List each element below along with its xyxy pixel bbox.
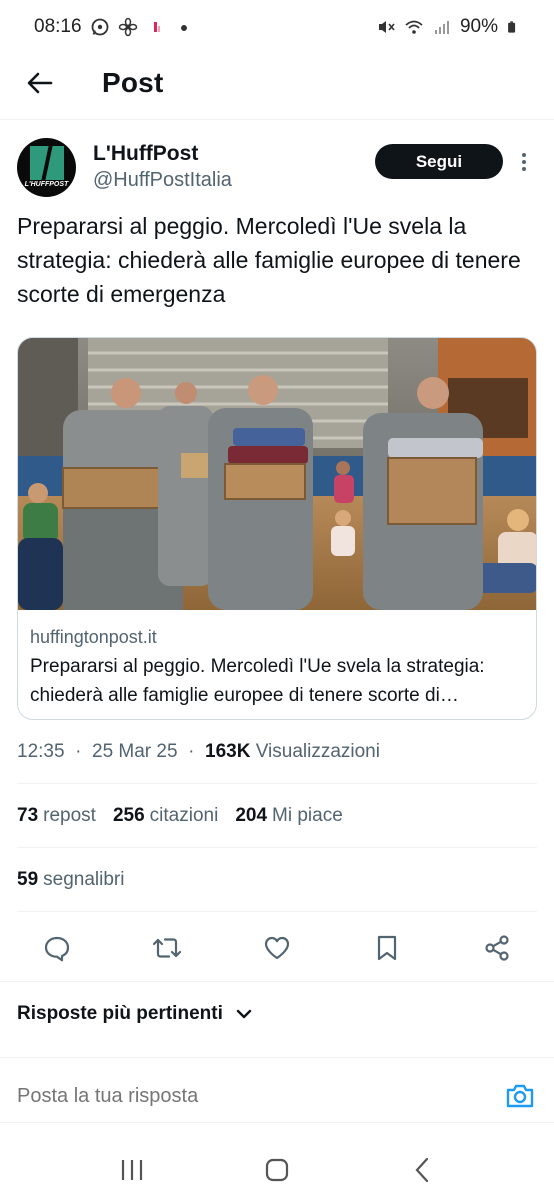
likes-count: 204: [235, 805, 268, 826]
replies-sort-label: Risposte più pertinenti: [17, 1003, 223, 1024]
divider: [0, 1122, 554, 1123]
system-back-button[interactable]: [402, 1150, 442, 1190]
reposts-count: 73: [17, 805, 39, 826]
link-card[interactable]: huffingtonpost.it Prepararsi al peggio. …: [17, 337, 537, 720]
bookmark-icon: [377, 935, 397, 961]
views-count: 163K: [205, 741, 251, 762]
dot: [522, 167, 526, 171]
status-time: 08:16: [34, 16, 82, 37]
arrow-left-icon: [27, 72, 53, 94]
separator: ·: [69, 741, 87, 762]
dot: [522, 160, 526, 164]
separator: ·: [182, 741, 200, 762]
recent-apps-button[interactable]: [112, 1150, 152, 1190]
divider: [17, 783, 537, 784]
divider: [17, 911, 537, 912]
share-icon: [485, 935, 509, 961]
fan-icon: [118, 17, 137, 37]
author-name[interactable]: L'HuffPost: [93, 141, 232, 167]
views-label: Visualizzazioni: [255, 741, 380, 762]
like-button[interactable]: [261, 932, 293, 964]
reply-input[interactable]: [17, 1084, 503, 1108]
chevron-left-icon: [415, 1157, 428, 1183]
avatar-logo-text: L'HUFFPOST: [24, 180, 69, 188]
repost-icon: [152, 938, 182, 958]
article-image: [18, 338, 536, 610]
link-title: Prepararsi al peggio. Mercoledì l'Ue sve…: [30, 656, 485, 706]
divider: [17, 847, 537, 848]
link-domain: huffingtonpost.it: [30, 627, 157, 647]
post-time: 12:35: [17, 741, 65, 762]
reposts-stat[interactable]: 73 repost: [17, 805, 96, 827]
reply-composer: [0, 1070, 554, 1122]
status-bar: 08:16 90%: [0, 0, 554, 54]
share-button[interactable]: [481, 932, 513, 964]
dot-icon: [180, 25, 187, 31]
system-nav-bar: [0, 1140, 554, 1200]
more-options-button[interactable]: [517, 149, 531, 175]
notification-icon: [153, 22, 160, 32]
likes-stat[interactable]: 204 Mi piace: [235, 805, 342, 827]
chevron-down-icon: [236, 1009, 252, 1019]
bookmark-button[interactable]: [371, 932, 403, 964]
quotes-label: citazioni: [149, 805, 219, 826]
post-meta: 12:35 · 25 Mar 25 · 163K Visualizzazioni: [17, 741, 380, 763]
author-handle[interactable]: @HuffPostItalia: [93, 167, 232, 193]
divider: [0, 1057, 554, 1058]
signal-icon: [434, 21, 449, 34]
back-button[interactable]: [16, 59, 64, 107]
bookmarks-count: 59: [17, 869, 39, 890]
reply-icon: [44, 936, 70, 962]
dot: [522, 153, 526, 157]
post-text: Prepararsi al peggio. Mercoledì l'Ue sve…: [17, 213, 521, 307]
repost-button[interactable]: [151, 932, 183, 964]
reposts-label: repost: [43, 805, 96, 826]
home-button[interactable]: [257, 1150, 297, 1190]
post-date: 25 Mar 25: [92, 741, 178, 762]
like-icon: [264, 936, 290, 960]
quotes-count: 256: [112, 805, 145, 826]
recent-apps-icon: [122, 1160, 143, 1180]
reply-button[interactable]: [41, 932, 73, 964]
top-bar: Post: [0, 54, 554, 112]
camera-button[interactable]: [503, 1079, 537, 1113]
topbar-divider: [0, 119, 554, 120]
camera-icon: [506, 1084, 534, 1108]
home-icon: [265, 1158, 289, 1182]
avatar[interactable]: L'HUFFPOST: [17, 137, 76, 197]
bookmarks-stat[interactable]: 59 segnalibri: [17, 869, 124, 891]
wifi-icon: [405, 20, 423, 34]
whatsapp-icon: [91, 18, 108, 36]
stats-row: 73 repost 256 citazioni 204 Mi piace: [17, 805, 343, 827]
divider: [0, 981, 554, 982]
follow-button[interactable]: Segui: [375, 144, 503, 179]
replies-sort-dropdown[interactable]: Risposte più pertinenti: [17, 1003, 253, 1025]
author-row: L'HUFFPOST L'HuffPost @HuffPostItalia Se…: [17, 137, 537, 197]
mute-icon: [378, 21, 395, 33]
battery-icon: [508, 21, 516, 33]
quotes-stat[interactable]: 256 citazioni: [113, 805, 218, 827]
page-title: Post: [102, 67, 164, 98]
likes-label: Mi piace: [272, 805, 343, 826]
battery-percent: 90%: [459, 16, 498, 37]
action-bar: [17, 922, 537, 974]
bookmarks-label: segnalibri: [43, 869, 125, 890]
